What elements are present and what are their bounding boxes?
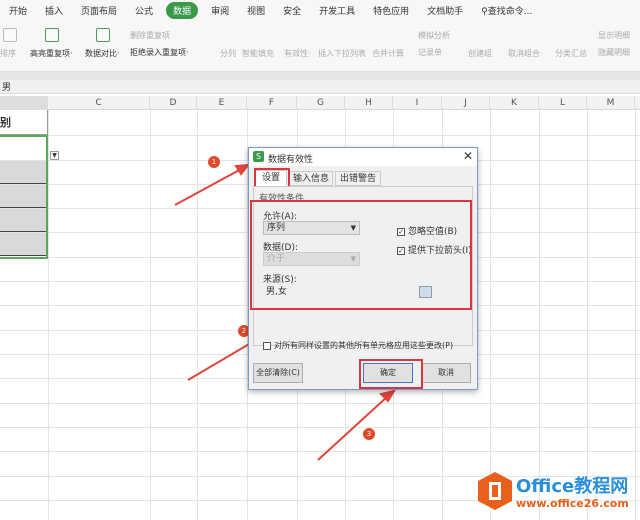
cancel-button[interactable]: 取消 (421, 363, 471, 383)
highlight-box-tab (254, 168, 290, 188)
watermark: Office教程网 www.office26.com (478, 470, 638, 514)
checkbox-icon (263, 341, 271, 350)
watermark-url: www.office26.com (516, 497, 629, 510)
data-validation-dialog: S 数据有效性 ✕ 设置 输入信息 出错警告 有效性条件 允许(A): 序列 ▼ … (248, 147, 478, 390)
watermark-brand: Office教程网 (516, 476, 629, 497)
office-logo-icon (478, 472, 512, 510)
clear-all-button[interactable]: 全部清除(C) (253, 363, 303, 383)
step-badge-3: 3 (363, 428, 375, 440)
step-badge-1: 1 (208, 156, 220, 168)
dialog-title: 数据有效性 (268, 155, 314, 165)
highlight-box-conditions (250, 200, 472, 310)
apply-all-checkbox[interactable]: 对所有同样设置的其他所有单元格应用这些更改(P) (263, 340, 453, 351)
close-icon[interactable]: ✕ (463, 149, 473, 163)
arrow-3 (317, 395, 389, 461)
highlight-box-ok (359, 359, 423, 389)
app-logo-icon: S (253, 151, 264, 162)
tab-input-message[interactable]: 输入信息 (289, 171, 333, 186)
tab-error-alert[interactable]: 出错警告 (335, 171, 381, 186)
arrow-1 (174, 167, 244, 206)
dialog-titlebar: S 数据有效性 ✕ (249, 148, 477, 166)
